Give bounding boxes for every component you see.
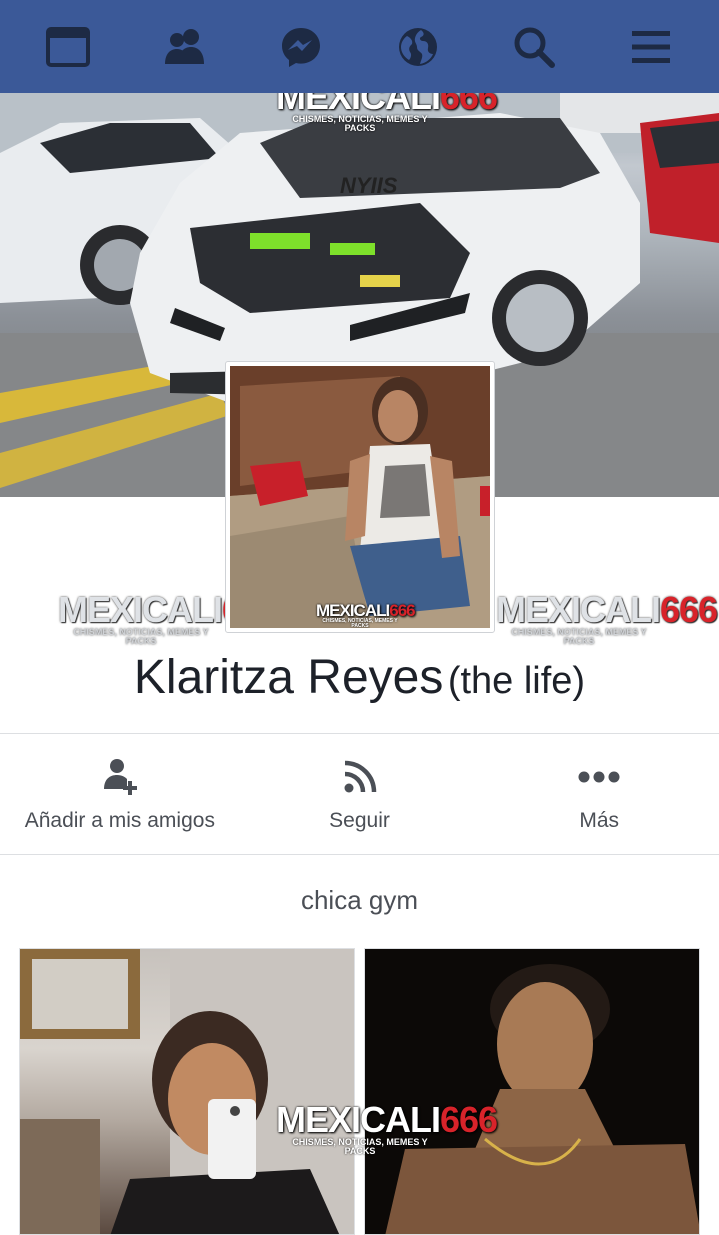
divider: [0, 854, 719, 855]
featured-photo-left[interactable]: [19, 948, 355, 1235]
more-dots-icon: [578, 757, 620, 797]
menu-icon[interactable]: [621, 17, 681, 77]
search-icon[interactable]: [504, 17, 564, 77]
top-nav-bar: [0, 0, 719, 93]
profile-bio: chica gym: [300, 885, 419, 915]
profile-actions: Añadir a mis amigos Seguir Más: [0, 735, 719, 853]
profile-name-text: Klaritza Reyes: [133, 651, 444, 704]
more-button[interactable]: Más: [479, 735, 719, 853]
profile-alt-name: (the life): [447, 660, 586, 702]
add-friend-button[interactable]: Añadir a mis amigos: [0, 735, 240, 853]
profile-picture[interactable]: MEXICALI666 CHISMES, NOTICIAS, MEMES Y P…: [225, 361, 495, 633]
news-feed-icon[interactable]: [38, 17, 98, 77]
more-label: Más: [579, 809, 620, 832]
cover-decal-text: NYIIS: [340, 173, 398, 198]
messenger-icon[interactable]: [271, 17, 331, 77]
watermark-logo-small: MEXICALI666 CHISMES, NOTICIAS, MEMES Y P…: [316, 601, 416, 628]
follow-button[interactable]: Seguir: [240, 735, 480, 853]
watermark-logo-right: MEXICALI666 CHISMES, NOTICIAS, MEMES Y P…: [496, 589, 718, 646]
follow-label: Seguir: [329, 809, 390, 832]
friend-requests-icon[interactable]: [155, 17, 215, 77]
featured-photo-right[interactable]: [364, 948, 700, 1235]
profile-name: Klaritza Reyes (the life): [0, 650, 719, 705]
follow-rss-icon: [343, 757, 377, 797]
notifications-globe-icon[interactable]: [388, 17, 448, 77]
watermark-logo-left: MEXICALI666 CHISMES, NOTICIAS, MEMES Y P…: [58, 589, 280, 646]
divider: [0, 733, 719, 734]
watermark-logo-bottom: MEXICALI666 CHISMES, NOTICIAS, MEMES Y P…: [276, 1099, 498, 1156]
watermark-logo: MEXICALI666 CHISMES, NOTICIAS, MEMES Y P…: [276, 93, 498, 133]
add-friend-label: Añadir a mis amigos: [24, 809, 215, 832]
add-friend-icon: [102, 757, 138, 797]
